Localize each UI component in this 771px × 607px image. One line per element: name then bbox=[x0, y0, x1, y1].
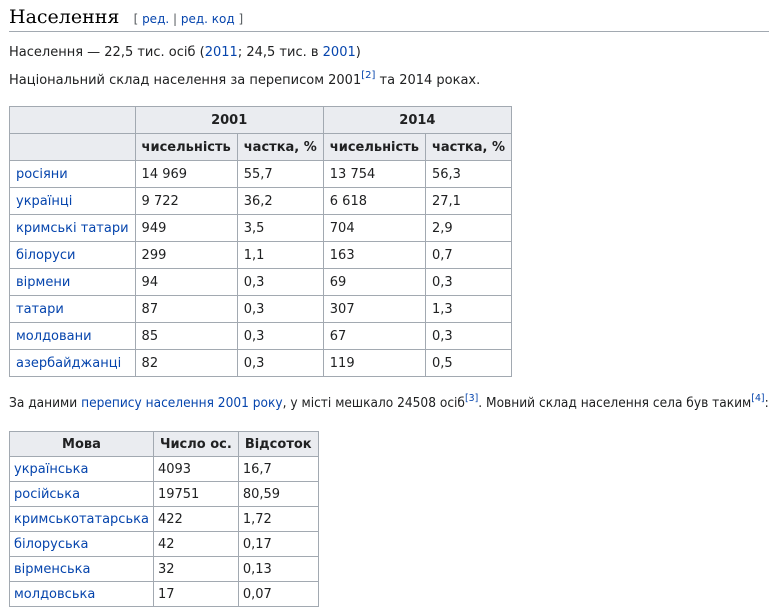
population-paragraph: Населення — 22,5 тис. осіб (2011; 24,5 т… bbox=[9, 45, 361, 60]
percent-cell: 16,7 bbox=[237, 456, 319, 482]
share-2014-cell: 56,3 bbox=[424, 160, 513, 188]
count-2001-cell: 94 bbox=[134, 268, 238, 296]
percent-cell: 0,13 bbox=[237, 556, 319, 582]
edit-link[interactable]: ред. bbox=[142, 12, 169, 26]
nationality-link[interactable]: білоруси bbox=[16, 248, 75, 263]
table-row: азербайджанці 82 0,3 119 0,5 bbox=[9, 349, 513, 377]
share-2001-cell: 36,2 bbox=[236, 187, 324, 215]
count-cell: 17 bbox=[152, 581, 239, 607]
percent-cell: 0,07 bbox=[237, 581, 319, 607]
table-row: татари 87 0,3 307 1,3 bbox=[9, 295, 513, 323]
year-2014-header: 2014 bbox=[322, 106, 513, 134]
nationality-link[interactable]: українці bbox=[16, 194, 72, 209]
nationality-link[interactable]: азербайджанці bbox=[16, 356, 121, 371]
edit-code-link[interactable]: ред. код bbox=[181, 12, 235, 26]
count-2014-cell: 13 754 bbox=[322, 160, 426, 188]
count-cell: 422 bbox=[152, 506, 239, 532]
percent-cell: 80,59 bbox=[237, 481, 319, 507]
language-link[interactable]: молдовська bbox=[14, 587, 95, 602]
nationality-link[interactable]: татари bbox=[16, 302, 64, 317]
share-2001-cell: 0,3 bbox=[236, 295, 324, 323]
table-row: білоруська 42 0,17 bbox=[9, 531, 319, 557]
empty-subheader-cell bbox=[9, 133, 136, 161]
language-link[interactable]: українська bbox=[14, 462, 89, 477]
table-row: українці 9 722 36,2 6 618 27,1 bbox=[9, 187, 513, 215]
language-composition-table: Мова Число ос. Відсоток українська 4093 … bbox=[9, 431, 319, 607]
nationality-link[interactable]: кримські татари bbox=[16, 221, 129, 236]
share-2014-cell: 0,5 bbox=[424, 349, 513, 377]
share-2001-header: частка, % bbox=[236, 133, 324, 161]
share-2001-cell: 0,3 bbox=[236, 268, 324, 296]
count-2014-cell: 119 bbox=[322, 349, 426, 377]
year-2001-header: 2001 bbox=[134, 106, 324, 134]
count-2001-cell: 87 bbox=[134, 295, 238, 323]
table-row: кримські татари 949 3,5 704 2,9 bbox=[9, 214, 513, 242]
table-row: вірменська 32 0,13 bbox=[9, 556, 319, 582]
language-link[interactable]: білоруська bbox=[14, 537, 88, 552]
nationality-link[interactable]: вірмени bbox=[16, 275, 70, 290]
language-link[interactable]: кримськотатарська bbox=[14, 512, 149, 527]
section-title: Населення bbox=[9, 6, 120, 28]
count-cell: 4093 bbox=[152, 456, 239, 482]
share-2014-cell: 2,9 bbox=[424, 214, 513, 242]
count-2001-cell: 82 bbox=[134, 349, 238, 377]
count-2014-cell: 163 bbox=[322, 241, 426, 269]
share-2014-cell: 1,3 bbox=[424, 295, 513, 323]
share-2014-cell: 0,3 bbox=[424, 322, 513, 350]
count-2001-header: чисельність bbox=[134, 133, 238, 161]
language-link[interactable]: вірменська bbox=[14, 562, 90, 577]
year-2001-link[interactable]: 2001 bbox=[323, 45, 356, 60]
count-2014-cell: 307 bbox=[322, 295, 426, 323]
year-2011-link[interactable]: 2011 bbox=[205, 45, 238, 60]
table-row: кримськотатарська 422 1,72 bbox=[9, 506, 319, 532]
count-2014-cell: 6 618 bbox=[322, 187, 426, 215]
count-2014-cell: 704 bbox=[322, 214, 426, 242]
count-cell: 32 bbox=[152, 556, 239, 582]
share-2014-header: частка, % bbox=[424, 133, 513, 161]
count-2001-cell: 949 bbox=[134, 214, 238, 242]
census-2001-link[interactable]: перепису населення 2001 року bbox=[81, 396, 283, 411]
reference-4-link[interactable]: [4] bbox=[751, 393, 764, 404]
national-composition-paragraph: Національний склад населення за переписо… bbox=[9, 69, 481, 88]
table-row: молдовська 17 0,07 bbox=[9, 581, 319, 607]
share-2014-cell: 27,1 bbox=[424, 187, 513, 215]
share-2014-cell: 0,7 bbox=[424, 241, 513, 269]
reference-2-link[interactable]: [2] bbox=[361, 70, 375, 81]
share-2001-cell: 1,1 bbox=[236, 241, 324, 269]
language-link[interactable]: російська bbox=[14, 487, 80, 502]
count-2001-cell: 14 969 bbox=[134, 160, 238, 188]
table-row: вірмени 94 0,3 69 0,3 bbox=[9, 268, 513, 296]
count-header: Число ос. bbox=[152, 431, 239, 457]
nationality-link[interactable]: молдовани bbox=[16, 329, 92, 344]
percent-header: Відсоток bbox=[237, 431, 319, 457]
empty-header-cell bbox=[9, 106, 136, 134]
table-row: молдовани 85 0,3 67 0,3 bbox=[9, 322, 513, 350]
table-row: українська 4093 16,7 bbox=[9, 456, 319, 482]
national-composition-table: 2001 2014 чисельність частка, % чисельні… bbox=[9, 106, 513, 377]
percent-cell: 1,72 bbox=[237, 506, 319, 532]
share-2014-cell: 0,3 bbox=[424, 268, 513, 296]
reference-3-link[interactable]: [3] bbox=[465, 393, 478, 404]
edit-section-links: [ ред. | ред. код ] bbox=[133, 12, 244, 26]
table-row: росіяни 14 969 55,7 13 754 56,3 bbox=[9, 160, 513, 188]
share-2001-cell: 3,5 bbox=[236, 214, 324, 242]
section-header: Населення [ ред. | ред. код ] bbox=[9, 6, 769, 32]
share-2001-cell: 0,3 bbox=[236, 349, 324, 377]
count-cell: 19751 bbox=[152, 481, 239, 507]
count-2014-cell: 69 bbox=[322, 268, 426, 296]
count-2001-cell: 9 722 bbox=[134, 187, 238, 215]
percent-cell: 0,17 bbox=[237, 531, 319, 557]
count-2001-cell: 85 bbox=[134, 322, 238, 350]
count-2014-cell: 67 bbox=[322, 322, 426, 350]
table-row: російська 19751 80,59 bbox=[9, 481, 319, 507]
count-2001-cell: 299 bbox=[134, 241, 238, 269]
count-cell: 42 bbox=[152, 531, 239, 557]
share-2001-cell: 55,7 bbox=[236, 160, 324, 188]
census-paragraph: За даними перепису населення 2001 року, … bbox=[9, 392, 769, 411]
nationality-link[interactable]: росіяни bbox=[16, 167, 68, 182]
count-2014-header: чисельність bbox=[322, 133, 426, 161]
language-header: Мова bbox=[9, 431, 154, 457]
share-2001-cell: 0,3 bbox=[236, 322, 324, 350]
table-row: білоруси 299 1,1 163 0,7 bbox=[9, 241, 513, 269]
